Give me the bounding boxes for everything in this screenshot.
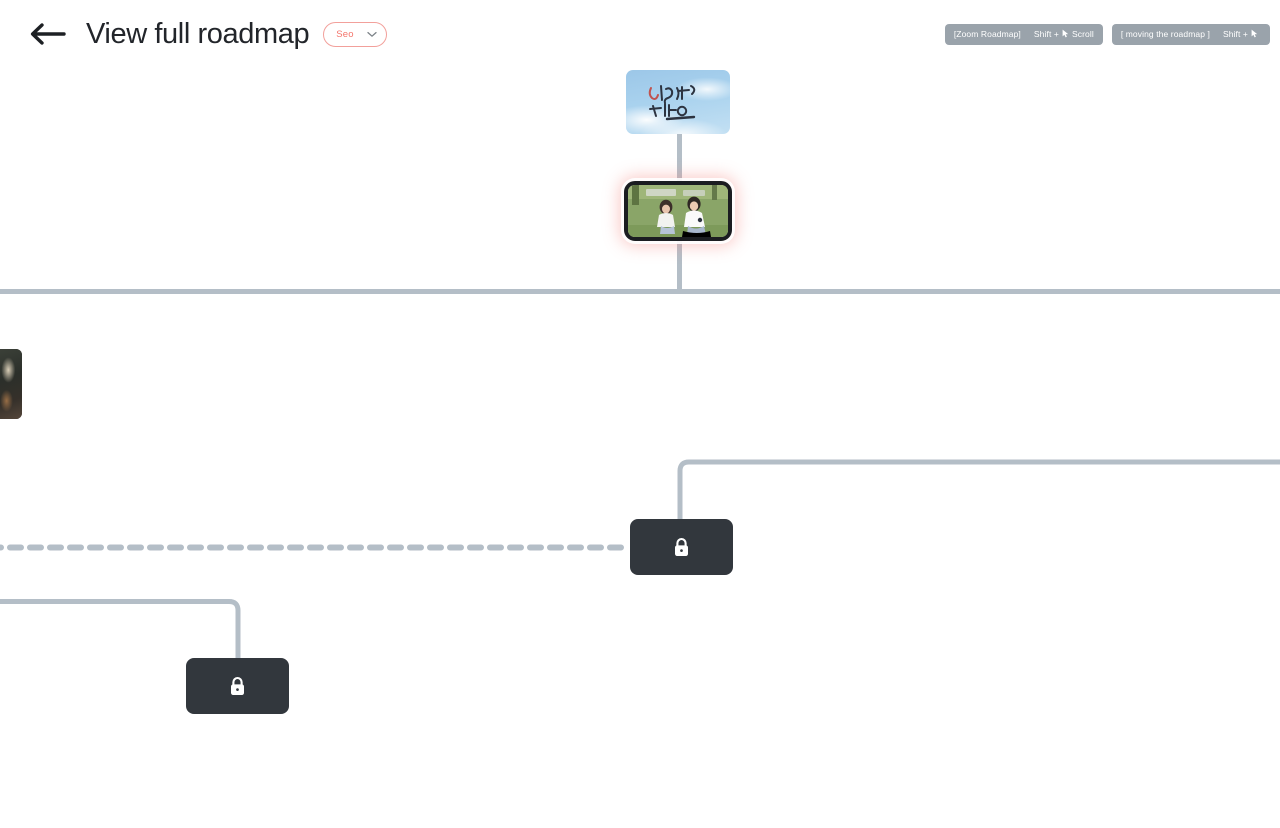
hint-shortcut: Shift + Scroll (1034, 29, 1094, 40)
dark-scene-image (0, 349, 22, 419)
hint-action-label: [Zoom Roadmap] (953, 29, 1021, 40)
hint-modifier-label: Shift + (1222, 29, 1248, 40)
roadmap-canvas[interactable] (0, 0, 1280, 828)
back-button[interactable] (26, 17, 70, 51)
thumbnail-card-clipped[interactable] (0, 349, 22, 419)
handwriting-overlay (626, 70, 730, 134)
hint-modifier-label: Shift + (1033, 29, 1059, 40)
locked-card[interactable] (186, 658, 289, 714)
hint-action-label: [ moving the roadmap ] (1120, 29, 1210, 40)
season-selector[interactable]: Seo (323, 21, 388, 47)
hint-zoom-roadmap: [Zoom Roadmap] Shift + Scroll (944, 24, 1103, 45)
chevron-down-icon (367, 25, 377, 43)
lock-icon (673, 537, 690, 558)
hint-shortcut: Shift + (1223, 29, 1261, 40)
hint-gesture-label: Scroll (1071, 29, 1094, 40)
thumbnail-card-sky[interactable] (626, 70, 730, 134)
mouse-cursor-icon (1251, 29, 1258, 40)
thumbnail-card-park-selected[interactable] (624, 181, 732, 241)
page-title: View full roadmap (86, 17, 310, 50)
lock-icon (229, 676, 246, 697)
locked-card[interactable] (630, 519, 733, 575)
roadmap-node-locked-center[interactable] (630, 519, 733, 575)
shortcut-hints: [Zoom Roadmap] Shift + Scroll [ moving t… (944, 24, 1270, 45)
back-arrow-icon (28, 22, 68, 46)
roadmap-page: View full roadmap Seo [Zoom Roadmap] Shi… (0, 0, 1280, 828)
mouse-cursor-icon (1062, 29, 1069, 40)
roadmap-node-clipped-left[interactable] (0, 349, 22, 419)
season-selector-label: Seo (336, 28, 354, 40)
sky-image (626, 70, 730, 134)
roadmap-node-intro-sky[interactable] (626, 70, 730, 134)
roadmap-node-locked-lower-left[interactable] (186, 658, 289, 714)
roadmap-node-episode-park[interactable] (624, 181, 732, 241)
park-image (628, 185, 728, 237)
hint-move-roadmap: [ moving the roadmap ] Shift + (1111, 24, 1270, 45)
